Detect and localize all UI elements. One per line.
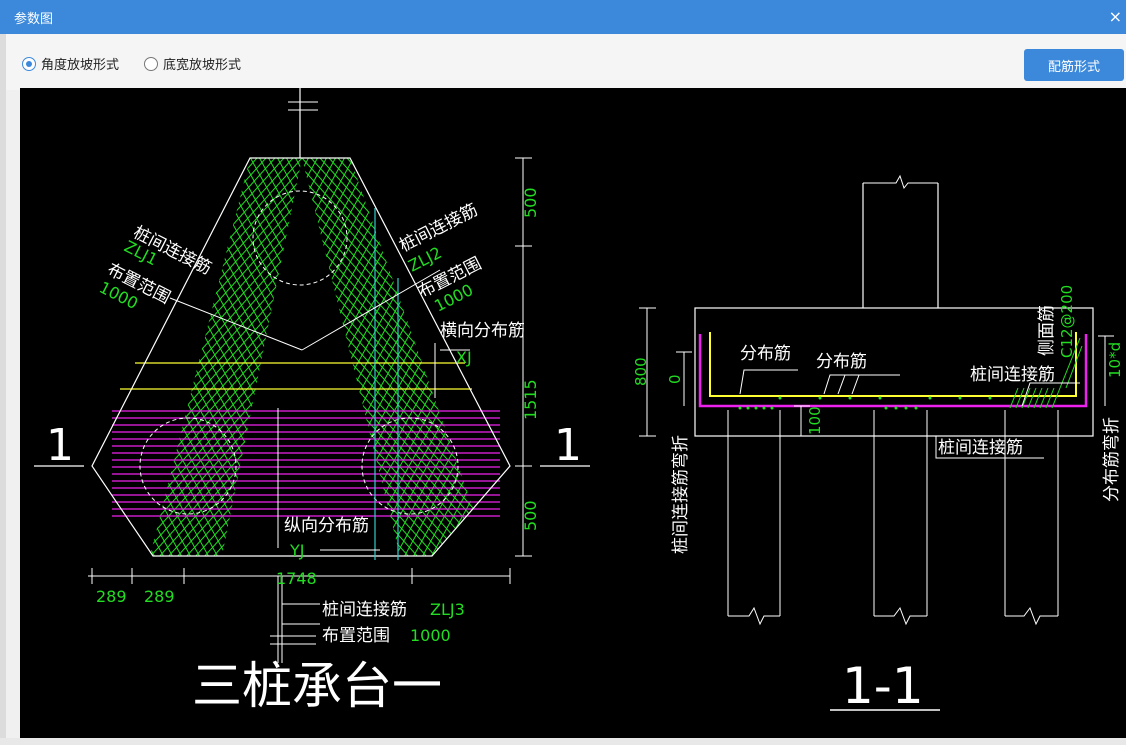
- conn-rebar-right: 桩间连接筋: [970, 365, 1055, 385]
- radio-width-label: 底宽放坡形式: [163, 58, 242, 73]
- drawing-canvas: 桩间连接筋 ZLJ1 布置范围 1000 桩间连接筋 ZLJ2 布置范围 100…: [20, 88, 1126, 738]
- left-edge: [0, 34, 6, 745]
- rebar-form-button[interactable]: 配筋形式: [1024, 49, 1124, 81]
- plan-view: 桩间连接筋 ZLJ1 布置范围 1000 桩间连接筋 ZLJ2 布置范围 100…: [34, 88, 590, 715]
- zlj3-value: 1000: [410, 626, 451, 645]
- radio-angle-label: 角度放坡形式: [41, 58, 120, 73]
- dim-0: 0: [666, 374, 684, 384]
- radio-selected-icon: [22, 56, 36, 71]
- xj-label: XJ: [456, 348, 472, 367]
- section-mark-right: 1: [554, 420, 582, 471]
- dim-500-bottom: 500: [521, 500, 540, 531]
- close-icon[interactable]: ×: [1109, 7, 1122, 26]
- zlj3-code: ZLJ3: [430, 600, 465, 619]
- dim-1748: 1748: [276, 569, 317, 588]
- title-bar: 参数图 ×: [0, 0, 1126, 34]
- dist-rebar-label-2: 分布筋: [816, 352, 867, 372]
- radio-angle-slope[interactable]: 角度放坡形式: [22, 54, 119, 73]
- dim-800: 800: [632, 357, 650, 386]
- options-bar: 角度放坡形式 底宽放坡形式 配筋形式: [0, 34, 1126, 90]
- radio-unselected-icon: [144, 56, 158, 71]
- cad-drawing: 桩间连接筋 ZLJ1 布置范围 1000 桩间连接筋 ZLJ2 布置范围 100…: [34, 88, 1124, 715]
- left-vertical-label: 桩间连接筋弯折: [671, 435, 691, 554]
- plan-caption: 三桩承台一: [192, 657, 442, 715]
- zlj3-range: 布置范围: [322, 626, 390, 646]
- section-caption: 1-1: [842, 657, 924, 715]
- yj-label: YJ: [289, 541, 305, 560]
- window-title: 参数图: [14, 12, 54, 27]
- right-dim: 10*d: [1106, 342, 1124, 378]
- longitudinal-label: 纵向分布筋: [284, 516, 369, 536]
- radio-width-slope[interactable]: 底宽放坡形式: [144, 54, 241, 73]
- transverse-label: 横向分布筋: [440, 321, 525, 341]
- rebar-strip-hatching: [150, 158, 490, 556]
- dim-100: 100: [806, 406, 824, 435]
- side-rebar-label: 侧面筋: [1037, 305, 1057, 356]
- dim-289-b: 289: [144, 587, 175, 606]
- dim-500-top: 500: [521, 187, 540, 218]
- dim-289-a: 289: [96, 587, 127, 606]
- dist-rebar-label-1: 分布筋: [740, 344, 791, 364]
- dim-1515: 1515: [521, 379, 540, 420]
- side-rebar-code: C12@200: [1058, 285, 1076, 358]
- right-vertical-label: 分布筋弯折: [1102, 417, 1122, 502]
- zlj3-title: 桩间连接筋: [322, 600, 407, 620]
- conn-rebar-bottom: 桩间连接筋: [938, 438, 1023, 458]
- section-mark-left: 1: [46, 420, 74, 471]
- bottom-bar: [0, 738, 1126, 745]
- section-view: 分布筋 分布筋 桩间连接筋 桩间连接筋 侧面筋 C12@200 800 0 10…: [632, 174, 1124, 715]
